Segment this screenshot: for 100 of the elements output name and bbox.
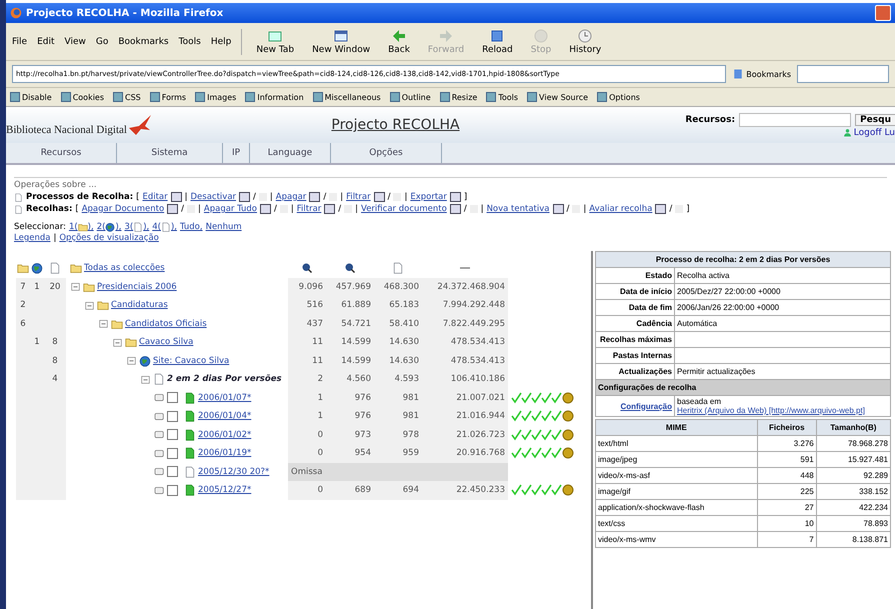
- webdev-menu-button[interactable]: Cookies: [60, 92, 104, 102]
- version-link[interactable]: 2005/12/27*: [198, 485, 252, 496]
- action-link[interactable]: Editar: [142, 192, 168, 202]
- checkbox[interactable]: [167, 429, 178, 440]
- separator: |: [53, 233, 56, 243]
- checkbox[interactable]: [167, 466, 178, 478]
- webdev-menu-button[interactable]: Images: [195, 92, 236, 102]
- webdev-menu-button[interactable]: Outline: [390, 92, 431, 102]
- nav-tab[interactable]: Recursos: [6, 143, 117, 163]
- select-link[interactable]: 1( ),: [68, 222, 94, 232]
- count: 20: [48, 282, 62, 292]
- tree-link[interactable]: Cavaco Silva: [139, 337, 194, 348]
- panel-title: Processo de recolha: 2 em 2 dias Por versões: [596, 252, 890, 268]
- webdev-menu-button[interactable]: Miscellaneous: [312, 92, 381, 102]
- tree-link[interactable]: Candidatos Oficiais: [125, 318, 207, 329]
- action-link[interactable]: Filtrar: [296, 204, 322, 214]
- checkbox[interactable]: [167, 484, 178, 496]
- action-link[interactable]: Filtrar: [346, 192, 371, 202]
- webdev-menu-button[interactable]: Tools: [486, 92, 518, 102]
- tool-icon: [150, 92, 160, 102]
- dropdown-icon[interactable]: [167, 204, 178, 214]
- separator: |: [198, 204, 201, 214]
- toolbar-button[interactable]: New Tab: [252, 28, 298, 55]
- dropdown-icon[interactable]: [239, 192, 250, 202]
- action-link[interactable]: Apagar: [276, 192, 306, 202]
- checkbox[interactable]: [167, 410, 178, 422]
- table-cell: 15.927.481: [816, 452, 890, 468]
- select-link[interactable]: 2( ),: [96, 222, 122, 232]
- webdev-menu-button[interactable]: CSS: [113, 92, 141, 102]
- webdev-menu-button[interactable]: View Source: [527, 92, 588, 102]
- webdev-menu-button[interactable]: Resize: [440, 92, 478, 102]
- field-label: Recolhas máximas: [596, 332, 674, 348]
- tree-link[interactable]: 2 em 2 dias Por versões: [167, 374, 282, 384]
- window-title: Projecto RECOLHA - Mozilla Firefox: [26, 8, 224, 18]
- webdev-menu-button[interactable]: Disable: [10, 92, 52, 102]
- dropdown-icon[interactable]: [374, 192, 385, 202]
- dropdown-icon[interactable]: [552, 204, 564, 214]
- tree-link[interactable]: Presidenciais 2006: [97, 282, 177, 292]
- nav-tab[interactable]: Sistema: [117, 143, 223, 163]
- select-link[interactable]: Tudo,: [180, 222, 203, 232]
- version-link[interactable]: 2006/01/02*: [198, 430, 252, 440]
- version-link[interactable]: 2006/01/19*: [198, 448, 252, 458]
- nav-tab[interactable]: Language: [250, 143, 331, 163]
- menu-item[interactable]: View: [64, 36, 86, 46]
- menu-item[interactable]: Edit: [37, 36, 54, 46]
- menu-item[interactable]: Go: [96, 36, 108, 46]
- bookmarks-button[interactable]: Bookmarks: [732, 68, 791, 80]
- dropdown-icon[interactable]: [170, 192, 182, 202]
- action-link[interactable]: Avaliar recolha: [589, 204, 652, 214]
- toolbar-button[interactable]: Back: [384, 28, 414, 55]
- webdev-menu-button[interactable]: Forms: [150, 92, 186, 102]
- select-link[interactable]: 4( ),: [152, 222, 177, 232]
- checkbox[interactable]: [167, 448, 178, 459]
- tree-link[interactable]: Site: Cavaco Silva: [153, 356, 230, 366]
- checkbox[interactable]: [167, 392, 178, 404]
- folder-icon: [70, 262, 82, 274]
- table-cell: 478.534.413: [422, 352, 508, 370]
- action-link[interactable]: Desactivar: [190, 192, 236, 202]
- version-link[interactable]: 2006/01/04*: [198, 411, 252, 422]
- menu-item[interactable]: Tools: [178, 36, 201, 46]
- forward-icon: [438, 28, 454, 44]
- nav-tab[interactable]: Opções: [331, 143, 442, 163]
- table-cell: text/css: [596, 516, 758, 532]
- webdev-menu-button[interactable]: Options: [597, 92, 640, 102]
- dropdown-icon[interactable]: [309, 192, 320, 202]
- select-link[interactable]: Nenhum: [206, 222, 242, 232]
- menu-item[interactable]: Help: [210, 36, 232, 46]
- nav-tab[interactable]: IP: [223, 143, 250, 163]
- action-link[interactable]: Apagar Tudo: [204, 204, 258, 214]
- close-icon[interactable]: [875, 5, 891, 21]
- dropdown-icon[interactable]: [450, 204, 461, 214]
- select-link[interactable]: 3( ),: [124, 222, 150, 232]
- page-link[interactable]: Opções de visualização: [59, 233, 159, 243]
- config-value-link[interactable]: Heritrix (Arquivo da Web) [http://www.arquivo-web.pt]: [677, 406, 888, 415]
- toolbar-button[interactable]: History: [565, 28, 606, 55]
- dropdown-icon[interactable]: [450, 192, 461, 202]
- version-link[interactable]: 2006/01/07*: [198, 392, 252, 403]
- logoff-link[interactable]: Logoff Lu: [842, 128, 895, 138]
- menu-item[interactable]: Bookmarks: [118, 36, 169, 46]
- menu-item[interactable]: File: [12, 36, 28, 46]
- page-link[interactable]: Legenda: [14, 233, 50, 243]
- dropdown-icon[interactable]: [324, 204, 336, 214]
- search-field[interactable]: [797, 65, 889, 83]
- action-link[interactable]: Apagar Documento: [82, 204, 164, 214]
- tool-icon: [486, 92, 496, 102]
- version-link[interactable]: 2005/12/30 20?*: [198, 466, 270, 477]
- dropdown-icon[interactable]: [260, 204, 272, 214]
- tree-link[interactable]: Candidaturas: [111, 300, 168, 310]
- toolbar-button[interactable]: Reload: [478, 28, 517, 55]
- tree-link[interactable]: Todas as colecções: [84, 263, 165, 274]
- webdev-menu-button[interactable]: Information: [245, 92, 304, 102]
- site-title[interactable]: Projecto RECOLHA: [196, 117, 595, 133]
- action-link[interactable]: Exportar: [410, 192, 447, 202]
- search-field[interactable]: [739, 112, 852, 126]
- toolbar-button[interactable]: New Window: [308, 28, 374, 55]
- action-link[interactable]: Verificar documento: [361, 204, 447, 214]
- slash: /: [338, 204, 342, 214]
- action-link[interactable]: Nova tentativa: [486, 204, 550, 214]
- search-button[interactable]: Pesqu: [855, 114, 895, 126]
- dropdown-icon[interactable]: [655, 204, 666, 214]
